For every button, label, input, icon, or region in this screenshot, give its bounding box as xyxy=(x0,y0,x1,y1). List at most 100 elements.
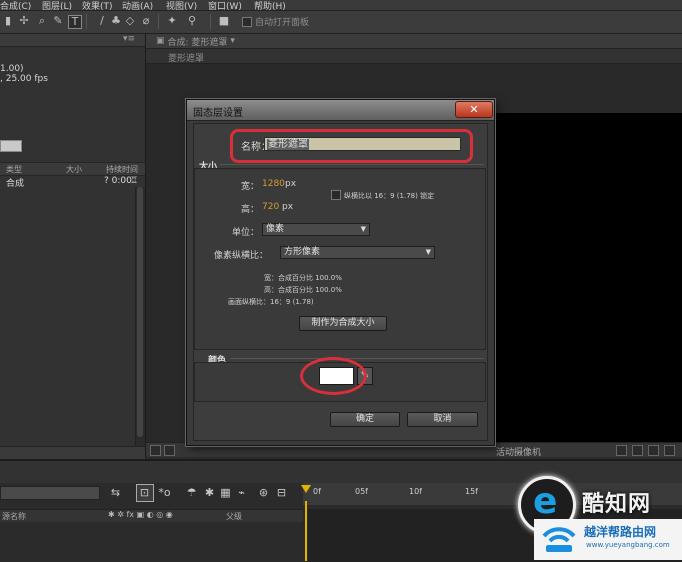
highlight-ring-name xyxy=(230,129,473,163)
width-unit: px xyxy=(285,179,297,189)
cancel-button[interactable]: 取消 xyxy=(407,412,478,427)
column-type[interactable]: 类型 xyxy=(6,164,22,175)
pin-icon[interactable]: ⚲ xyxy=(186,15,198,27)
column-source-name[interactable]: 源名称 xyxy=(2,511,26,522)
puppet-icon[interactable]: ✦ xyxy=(166,15,178,27)
workspace-icon[interactable]: ■ xyxy=(218,15,230,27)
toolbar: ▮ ✢ ⌕ ✎ T / ♣ ◇ ⌀ ✦ ⚲ ■ 自动打开面板 xyxy=(0,11,682,34)
brainstorm-icon[interactable]: ⌁ xyxy=(234,486,249,499)
dialog-body: 名称： 菱形遮罩 大小 宽： 1280 px 纵横比以 16：9 (1.78) … xyxy=(193,123,488,441)
hand-icon[interactable]: ✢ xyxy=(18,15,30,27)
ok-button[interactable]: 确定 xyxy=(330,412,400,427)
auto-open-label: 自动打开面板 xyxy=(255,18,310,28)
composition-viewer[interactable] xyxy=(490,113,682,443)
draft-3d-icon[interactable]: ⊡ xyxy=(137,486,152,499)
project-list-item[interactable]: 合成 ? 0:00 ♖ xyxy=(0,175,138,189)
watermark-site-url: www.yueyangbang.com xyxy=(586,541,670,549)
expand-icon[interactable]: ⊟ xyxy=(274,486,289,499)
composition-tab-label: 合成: 菱形遮罩 xyxy=(167,37,228,48)
comp-info-line2: , 25.00 fps xyxy=(0,74,48,84)
aspect-lock-checkbox[interactable] xyxy=(331,190,341,200)
view-options-icon[interactable] xyxy=(632,445,643,456)
magnify-icon[interactable] xyxy=(150,445,161,456)
solid-settings-dialog: 固态层设置 ✕ 名称： 菱形遮罩 大小 宽： 1280 px 纵横比以 16：9… xyxy=(186,99,495,446)
toolbar-divider xyxy=(210,14,211,29)
chevron-down-icon: ▼ xyxy=(425,248,431,256)
make-comp-size-button[interactable]: 制作为合成大小 xyxy=(299,316,387,331)
switches-icon[interactable]: ✱ ✲ fx ▣ ◐ ◎ ◉ xyxy=(108,510,173,519)
tick-label: 05f xyxy=(355,487,368,496)
time-indicator-handle[interactable] xyxy=(301,485,311,501)
column-duration[interactable]: 持续时间 xyxy=(106,164,138,175)
tick-label: 15f xyxy=(465,487,478,496)
project-column-headers: 类型 大小 持续时间 xyxy=(0,162,145,176)
active-camera-select[interactable]: 活动摄像机 xyxy=(496,445,541,458)
pen-icon[interactable]: ✎ xyxy=(52,15,64,27)
timeline-toggle-icon[interactable] xyxy=(664,445,675,456)
info-frame-aspect: 画面纵横比：16：9 (1.78) xyxy=(228,298,314,306)
timeline-header xyxy=(0,461,682,483)
eraser-icon[interactable]: ◇ xyxy=(124,15,136,27)
pixel-aspect-select[interactable]: 方形像素 ▼ xyxy=(280,246,435,259)
dialog-title: 固态层设置 xyxy=(193,108,243,119)
dialog-title-bar[interactable]: 固态层设置 ✕ xyxy=(187,100,494,121)
comp-flow-icon[interactable]: ⇆ xyxy=(108,486,123,499)
roto-icon[interactable]: ⌀ xyxy=(140,15,152,27)
chevron-down-icon[interactable]: ▾ xyxy=(230,36,235,46)
info-width: 宽：合成百分比 100.0% xyxy=(264,274,342,282)
close-button[interactable]: ✕ xyxy=(455,101,493,118)
group-divider xyxy=(220,164,484,165)
scrollbar-thumb[interactable] xyxy=(137,187,143,437)
selection-icon[interactable]: ▮ xyxy=(2,15,14,27)
project-scrollbar[interactable] xyxy=(135,187,145,447)
units-select[interactable]: 像素 ▼ xyxy=(262,223,370,236)
watermark-brand: 酷知网 xyxy=(582,492,652,517)
column-size[interactable]: 大小 xyxy=(66,164,82,175)
panel-menu-icon[interactable]: ▾≡ xyxy=(123,34,135,44)
project-panel-header: ▾≡ xyxy=(0,34,145,47)
grid-icon[interactable] xyxy=(164,445,175,456)
brush-icon[interactable]: / xyxy=(96,15,108,27)
search-icon[interactable]: ⊛ xyxy=(256,486,271,499)
group-divider xyxy=(230,358,484,359)
tab-composition[interactable]: ▣ 合成: 菱形遮罩 ▾ xyxy=(152,35,239,48)
width-value[interactable]: 1280 xyxy=(262,179,285,189)
time-indicator-line[interactable] xyxy=(305,501,307,561)
stamp-icon[interactable]: ♣ xyxy=(110,15,122,27)
lock-icon[interactable]: ▣ xyxy=(156,36,165,46)
toolbar-divider xyxy=(86,14,87,29)
graph-editor-icon[interactable]: ▦ xyxy=(218,486,233,499)
units-select-value: 像素 xyxy=(266,224,285,234)
comp-info-line1: 1.00) xyxy=(0,64,24,74)
composition-breadcrumb: 菱形遮罩 xyxy=(146,49,682,64)
highlight-ring-color xyxy=(300,357,367,395)
project-search-input[interactable] xyxy=(0,140,22,152)
tick-label: 0f xyxy=(313,487,321,496)
width-label: 宽： xyxy=(241,182,260,192)
fast-preview-icon[interactable] xyxy=(648,445,659,456)
auto-open-checkbox[interactable] xyxy=(242,16,252,27)
project-panel-footer xyxy=(0,446,145,459)
frame-blend-icon[interactable]: ☂ xyxy=(184,486,199,499)
composition-tab-bar: ▣ 合成: 菱形遮罩 ▾ xyxy=(146,34,682,49)
timeline-search-input[interactable] xyxy=(0,486,100,500)
timeline-column-headers: 源名称 ✱ ✲ fx ▣ ◐ ◎ ◉ 父级 xyxy=(0,509,303,522)
toolbar-divider xyxy=(158,14,159,29)
flowchart-icon[interactable]: ♖ xyxy=(130,176,138,186)
auto-open-panel-option[interactable]: 自动打开面板 xyxy=(242,14,309,29)
composition-sub-label[interactable]: 菱形遮罩 xyxy=(168,51,204,64)
item-duration: ? 0:00 xyxy=(104,176,132,186)
height-label: 高： xyxy=(241,205,260,215)
motion-blur-icon[interactable]: ✱ xyxy=(202,486,217,499)
pixel-aspect-label: 像素纵横比： xyxy=(214,251,269,261)
shy-icon[interactable]: *o xyxy=(157,486,172,499)
info-height: 高：合成百分比 100.0% xyxy=(264,286,342,294)
project-panel: ▾≡ 1.00) , 25.00 fps 类型 大小 持续时间 合成 ? 0:0… xyxy=(0,34,146,459)
view-layout-icon[interactable] xyxy=(616,445,627,456)
zoom-icon[interactable]: ⌕ xyxy=(36,15,48,27)
column-parent[interactable]: 父级 xyxy=(226,511,242,522)
height-value[interactable]: 720 xyxy=(262,202,279,212)
text-tool-icon[interactable]: T xyxy=(68,15,82,29)
aspect-lock-label: 纵横比以 16：9 (1.78) 锁定 xyxy=(344,192,435,200)
chevron-down-icon: ▼ xyxy=(360,225,366,233)
